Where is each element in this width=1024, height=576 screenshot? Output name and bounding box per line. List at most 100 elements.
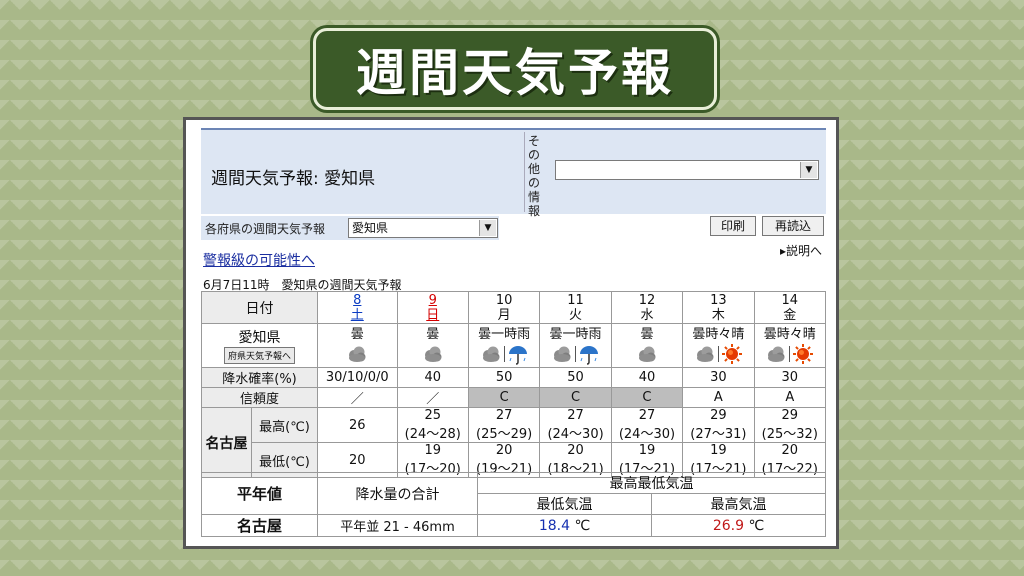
max-range: (25〜32) bbox=[761, 427, 818, 442]
max-cell: 26 bbox=[317, 407, 398, 443]
weather-cell: 曇一時雨 bbox=[467, 323, 541, 368]
weather-cell: 曇時々晴 bbox=[682, 323, 755, 368]
pref-selector-label: 各府県の週間天気予報 bbox=[205, 222, 326, 236]
other-info-label: その他の情報 bbox=[528, 134, 541, 218]
cloud-icon bbox=[768, 346, 785, 362]
reliability-cell: C bbox=[610, 387, 684, 408]
day-date: 13 bbox=[710, 292, 727, 308]
other-info-select[interactable]: ▼ bbox=[555, 160, 819, 180]
max-range: (25〜29) bbox=[476, 427, 533, 442]
max-temp: 27 bbox=[567, 408, 584, 423]
precip-value: 平年並 21 - 46mm bbox=[317, 514, 478, 537]
icon-separator bbox=[503, 345, 505, 362]
reliability-value: ／ bbox=[350, 392, 364, 407]
min-temp: 20 bbox=[495, 443, 513, 458]
reliability-value: A bbox=[785, 390, 795, 405]
pop-cell: 40 bbox=[610, 367, 684, 388]
pref-forecast-button[interactable]: 府県天気予報へ bbox=[223, 347, 295, 364]
pref-selector-row: 各府県の週間天気予報 愛知県 ▼ bbox=[201, 216, 499, 240]
date-row: 日付 8土 9日 10 月 11 火 12 水 13 木 14 金 bbox=[201, 291, 827, 324]
max-range: (24〜30) bbox=[618, 427, 676, 442]
cloud-icon bbox=[638, 346, 656, 362]
weather-icons bbox=[398, 343, 468, 365]
icon-separator bbox=[789, 345, 791, 362]
weather-cell: 曇 bbox=[610, 323, 684, 368]
normals-city: 名古屋 bbox=[201, 514, 318, 537]
icon-separator bbox=[575, 345, 577, 362]
max-temp: 27 bbox=[495, 408, 513, 423]
weather-text: 曇 bbox=[640, 326, 654, 342]
pref-select[interactable]: 愛知県 ▼ bbox=[348, 218, 498, 238]
pop-value: 30/10/0/0 bbox=[325, 370, 389, 385]
min-temp-header: 最低気温 bbox=[477, 493, 652, 515]
max-cell: 27 (25〜29) bbox=[467, 407, 541, 443]
weather-row: 愛知県 府県天気予報へ 曇 曇 曇一時雨 曇一時雨 曇 曇時々晴 曇時々晴 bbox=[201, 323, 827, 368]
reliability-label: 信頼度 bbox=[201, 387, 318, 408]
warning-link[interactable]: 警報級の可能性へ bbox=[203, 250, 315, 270]
reliability-value: ／ bbox=[426, 392, 440, 407]
reliability-cell: A bbox=[753, 387, 827, 408]
weather-text: 曇一時雨 bbox=[478, 326, 531, 342]
day-date: 8 bbox=[353, 292, 362, 308]
max-temp: 27 bbox=[638, 408, 656, 423]
city-label: 名古屋 bbox=[201, 407, 252, 478]
cloud-icon bbox=[696, 346, 714, 362]
help-link-label: 説明へ bbox=[785, 244, 822, 258]
day-header: 13 木 bbox=[682, 291, 755, 324]
weather-text: 曇 bbox=[350, 326, 364, 342]
title-banner: 週間天気予報 bbox=[313, 28, 717, 110]
chevron-down-icon[interactable]: ▼ bbox=[800, 162, 817, 178]
pop-cell: 30 bbox=[682, 367, 755, 388]
weather-cell: 曇 bbox=[317, 323, 398, 368]
day-weekday: 水 bbox=[640, 307, 654, 323]
precip-header: 降水量の合計 bbox=[317, 472, 478, 515]
max-temp: 26 bbox=[349, 417, 366, 433]
pop-value: 40 bbox=[424, 370, 442, 385]
day-weekday: 木 bbox=[711, 307, 725, 323]
umbrella-icon bbox=[508, 345, 527, 365]
weather-icons bbox=[318, 343, 397, 365]
reliability-cell: ／ bbox=[396, 387, 469, 408]
header-band: 週間天気予報: 愛知県 その他の情報 ▼ bbox=[201, 128, 826, 218]
day-weekday: 日 bbox=[426, 307, 440, 323]
day-weekday: 火 bbox=[569, 307, 583, 323]
normals-header-row: 平年値 降水量の合計 最高最低気温 bbox=[201, 472, 826, 515]
pop-value: 40 bbox=[638, 370, 656, 385]
max-temp-normal: 26.9 ℃ bbox=[651, 514, 826, 537]
weather-icons bbox=[540, 343, 610, 365]
max-range: (24〜30) bbox=[547, 427, 604, 442]
pop-cell: 50 bbox=[467, 367, 541, 388]
pop-cell: 30 bbox=[753, 367, 827, 388]
min-temp: 20 bbox=[349, 452, 366, 468]
date-header: 日付 bbox=[201, 291, 318, 324]
day-header: 8土 bbox=[317, 291, 398, 324]
min-temp: 20 bbox=[781, 443, 799, 458]
min-temp: 19 bbox=[638, 443, 656, 458]
help-link[interactable]: ▸説明へ bbox=[780, 242, 822, 259]
max-temp: 29 bbox=[781, 408, 799, 423]
umbrella-icon bbox=[580, 345, 599, 365]
day-header: 10 月 bbox=[467, 291, 541, 324]
temp-header: 最高最低気温 bbox=[477, 472, 826, 494]
max-range: (27〜31) bbox=[690, 427, 747, 442]
weather-text: 曇時々晴 bbox=[763, 326, 816, 342]
pop-value: 30 bbox=[781, 370, 799, 385]
cloud-icon bbox=[554, 346, 571, 362]
reload-button[interactable]: 再読込 bbox=[762, 216, 824, 236]
normals-value-row: 名古屋 平年並 21 - 46mm 18.4 ℃ 26.9 ℃ bbox=[201, 514, 826, 537]
print-button[interactable]: 印刷 bbox=[710, 216, 756, 236]
pop-row: 降水確率(%) 30/10/0/0 40 50 50 40 30 30 bbox=[201, 367, 827, 388]
pop-value: 30 bbox=[710, 370, 727, 385]
chevron-down-icon[interactable]: ▼ bbox=[479, 220, 496, 236]
max-temp-header: 最高気温 bbox=[651, 493, 826, 515]
max-label: 最高(℃) bbox=[251, 407, 318, 443]
reliability-value: C bbox=[642, 390, 652, 405]
weather-cell: 曇時々晴 bbox=[753, 323, 827, 368]
weather-text: 曇時々晴 bbox=[692, 326, 745, 342]
day-weekday: 土 bbox=[350, 307, 364, 323]
day-header: 12 水 bbox=[610, 291, 684, 324]
reliability-value: A bbox=[713, 390, 723, 405]
cloud-icon bbox=[424, 346, 442, 362]
sun-icon bbox=[793, 343, 814, 364]
day-date: 12 bbox=[638, 292, 656, 308]
